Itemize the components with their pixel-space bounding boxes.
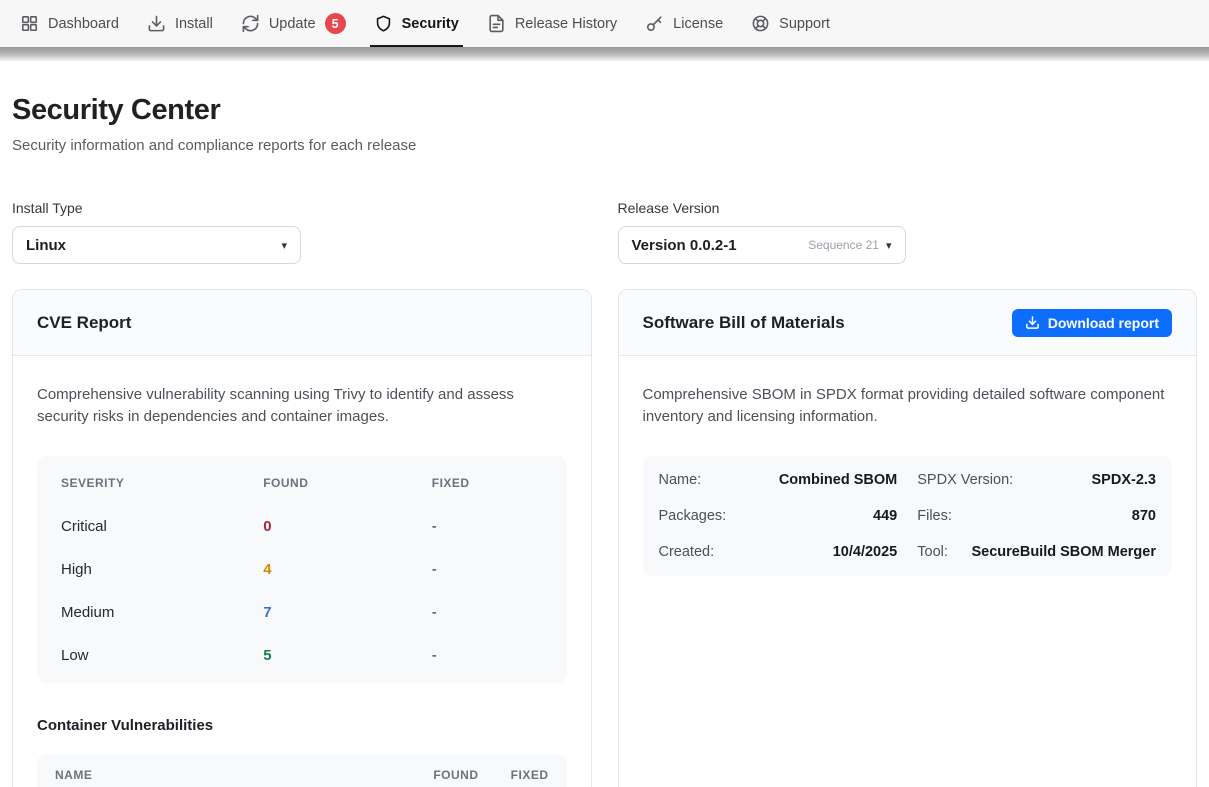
- update-count-badge: 5: [325, 13, 346, 34]
- col-header-fixed: FIXED: [479, 768, 549, 782]
- install-type-select[interactable]: Linux ▾: [12, 226, 301, 264]
- severity-label: Medium: [61, 604, 263, 621]
- chevron-down-icon: ▾: [886, 239, 892, 252]
- key-icon: [645, 14, 664, 33]
- table-row-critical: Critical 0 -: [61, 505, 543, 548]
- filters-row: Install Type Linux ▾ Release Version Ver…: [12, 200, 1197, 264]
- detail-label: Created:: [659, 544, 715, 560]
- refresh-icon: [241, 14, 260, 33]
- severity-label: Low: [61, 647, 263, 664]
- severity-table: SEVERITY FOUND FIXED Critical 0 - High 4…: [37, 456, 567, 683]
- top-navigation: Dashboard Install Update 5 Security Rele…: [0, 0, 1209, 47]
- table-row-low: Low 5 -: [61, 634, 543, 677]
- severity-label: Critical: [61, 518, 263, 535]
- detail-label: Files:: [917, 508, 952, 524]
- nav-item-support[interactable]: Support: [737, 0, 844, 47]
- detail-created: Created: 10/4/2025: [659, 534, 898, 570]
- nav-label: Release History: [515, 16, 617, 32]
- download-icon: [1025, 315, 1040, 330]
- detail-value: Combined SBOM: [779, 472, 897, 488]
- download-report-button[interactable]: Download report: [1012, 309, 1172, 337]
- sbom-title: Software Bill of Materials: [643, 313, 845, 333]
- nav-label: Install: [175, 16, 213, 32]
- col-header-fixed: FIXED: [432, 476, 543, 490]
- nav-label: Update: [269, 16, 316, 32]
- cards-grid: CVE Report Comprehensive vulnerability s…: [12, 289, 1197, 787]
- nav-item-install[interactable]: Install: [133, 0, 227, 47]
- fixed-count: -: [432, 604, 543, 621]
- release-version-label: Release Version: [618, 200, 1198, 216]
- sbom-description: Comprehensive SBOM in SPDX format provid…: [643, 384, 1173, 428]
- sbom-details-table: Name: Combined SBOM SPDX Version: SPDX-2…: [643, 456, 1173, 576]
- detail-packages: Packages: 449: [659, 498, 898, 534]
- nav-item-release-history[interactable]: Release History: [473, 0, 631, 47]
- cve-report-card: CVE Report Comprehensive vulnerability s…: [12, 289, 592, 787]
- detail-spdx-version: SPDX Version: SPDX-2.3: [917, 462, 1156, 498]
- sbom-header: Software Bill of Materials Download repo…: [619, 290, 1197, 356]
- detail-value: 870: [1132, 508, 1156, 524]
- life-buoy-icon: [751, 14, 770, 33]
- container-vulnerabilities-title: Container Vulnerabilities: [37, 717, 567, 734]
- detail-label: Tool:: [917, 544, 948, 560]
- sbom-card: Software Bill of Materials Download repo…: [618, 289, 1198, 787]
- found-count: 7: [263, 604, 432, 621]
- detail-value: 449: [873, 508, 897, 524]
- detail-value: SPDX-2.3: [1092, 472, 1156, 488]
- fixed-count: -: [432, 561, 543, 578]
- install-type-label: Install Type: [12, 200, 592, 216]
- col-header-found: FOUND: [263, 476, 432, 490]
- table-row-high: High 4 -: [61, 548, 543, 591]
- found-count: 5: [263, 647, 432, 664]
- detail-label: SPDX Version:: [917, 472, 1013, 488]
- main-content: Security Center Security information and…: [0, 94, 1209, 787]
- found-count: 0: [263, 518, 432, 535]
- nav-label: License: [673, 16, 723, 32]
- dashboard-icon: [20, 14, 39, 33]
- detail-tool: Tool: SecureBuild SBOM Merger: [917, 534, 1156, 570]
- sbom-body: Comprehensive SBOM in SPDX format provid…: [619, 356, 1197, 604]
- detail-label: Packages:: [659, 508, 727, 524]
- col-header-severity: SEVERITY: [61, 476, 263, 490]
- nav-shadow-divider: [0, 47, 1209, 62]
- fixed-count: -: [432, 518, 543, 535]
- found-count: 4: [263, 561, 432, 578]
- fixed-count: -: [432, 647, 543, 664]
- nav-label: Support: [779, 16, 830, 32]
- install-type-filter: Install Type Linux ▾: [12, 200, 592, 264]
- page-title: Security Center: [12, 94, 1197, 127]
- detail-name: Name: Combined SBOM: [659, 462, 898, 498]
- shield-icon: [374, 14, 393, 33]
- detail-label: Name:: [659, 472, 702, 488]
- nav-label: Security: [402, 16, 459, 32]
- detail-files: Files: 870: [917, 498, 1156, 534]
- install-type-value: Linux: [26, 237, 66, 254]
- severity-table-header: SEVERITY FOUND FIXED: [61, 462, 543, 505]
- page-subtitle: Security information and compliance repo…: [12, 137, 1197, 154]
- detail-value: 10/4/2025: [833, 544, 898, 560]
- col-header-name: NAME: [55, 768, 387, 782]
- release-version-filter: Release Version Version 0.0.2-1 Sequence…: [618, 200, 1198, 264]
- document-icon: [487, 14, 506, 33]
- nav-item-dashboard[interactable]: Dashboard: [6, 0, 133, 47]
- download-icon: [147, 14, 166, 33]
- cve-report-title: CVE Report: [37, 313, 131, 333]
- cve-report-header: CVE Report: [13, 290, 591, 356]
- table-row-medium: Medium 7 -: [61, 591, 543, 634]
- cve-report-body: Comprehensive vulnerability scanning usi…: [13, 356, 591, 787]
- severity-label: High: [61, 561, 263, 578]
- col-header-found: FOUND: [387, 768, 479, 782]
- nav-item-security[interactable]: Security: [360, 0, 473, 47]
- container-vulnerabilities-table-header: NAME FOUND FIXED: [37, 754, 567, 787]
- release-version-select[interactable]: Version 0.0.2-1 Sequence 21 ▾: [618, 226, 906, 264]
- nav-label: Dashboard: [48, 16, 119, 32]
- release-sequence-label: Sequence 21: [808, 238, 879, 252]
- cve-report-description: Comprehensive vulnerability scanning usi…: [37, 384, 567, 428]
- nav-item-update[interactable]: Update 5: [227, 0, 360, 47]
- nav-item-license[interactable]: License: [631, 0, 737, 47]
- download-report-label: Download report: [1048, 315, 1159, 331]
- detail-value: SecureBuild SBOM Merger: [971, 544, 1156, 560]
- chevron-down-icon: ▾: [281, 239, 287, 252]
- release-version-value: Version 0.0.2-1: [632, 237, 737, 254]
